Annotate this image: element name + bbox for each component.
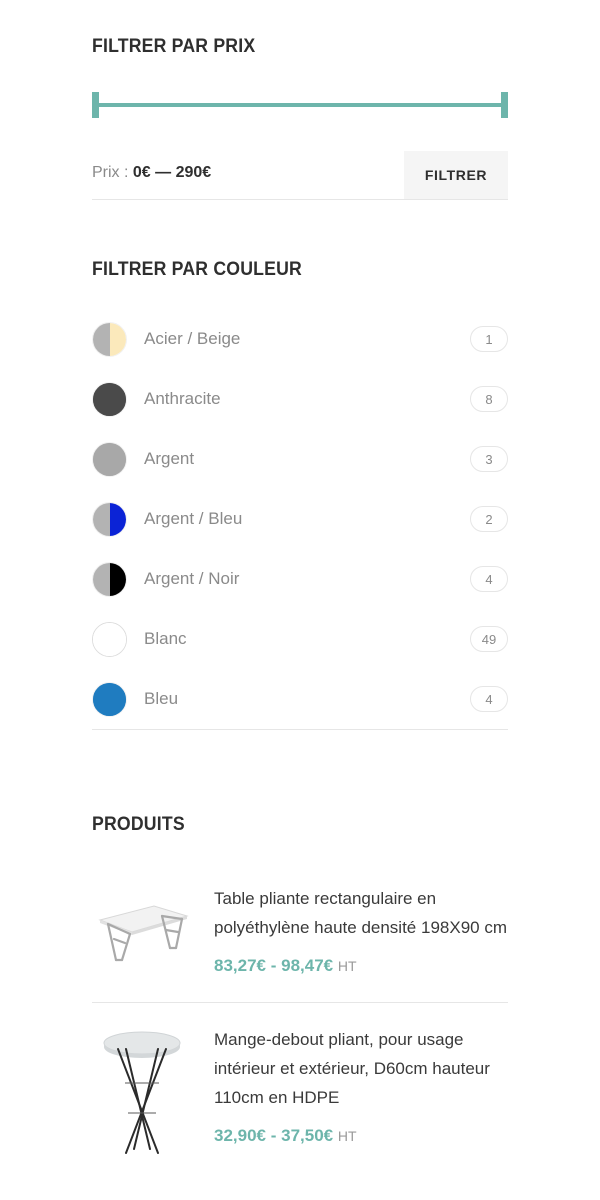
color-filter-row[interactable]: Argent / Noir 4: [92, 549, 508, 609]
color-count-badge: 4: [470, 566, 508, 592]
color-filter-row[interactable]: Blanc 49: [92, 609, 508, 669]
product-tax-note: HT: [337, 958, 357, 974]
slider-handle-max[interactable]: [501, 92, 508, 118]
color-count-badge: 3: [470, 446, 508, 472]
color-label: Acier / Beige: [144, 329, 241, 348]
price-filter-title: FILTRER PAR PRIX: [92, 36, 256, 57]
product-price-separator: -: [266, 1126, 282, 1145]
price-summary-row: Prix : 0€ — 290€ FILTRER: [92, 151, 508, 199]
color-count-badge: 4: [470, 686, 508, 712]
color-label: Argent / Bleu: [144, 509, 243, 528]
price-filter-section: FILTRER PAR PRIX Prix : 0€ — 290€ FILTRE…: [92, 36, 508, 200]
product-price-separator: -: [266, 956, 282, 975]
products-title: PRODUITS: [92, 814, 185, 835]
color-label: Anthracite: [144, 389, 221, 408]
product-price-min: 83,27€: [214, 956, 266, 975]
product-thumbnail[interactable]: [92, 1021, 192, 1161]
swatch-half-left: [93, 562, 110, 596]
color-filter-title: FILTRER PAR COULEUR: [92, 259, 303, 280]
swatch-half-right: [93, 382, 126, 416]
color-swatch-icon: [92, 681, 127, 717]
swatch-half-right: [93, 682, 126, 716]
product-price: 83,27€ - 98,47€ HT: [214, 956, 508, 976]
apply-filter-button[interactable]: FILTRER: [404, 151, 508, 199]
slider-handle-min[interactable]: [92, 92, 99, 118]
product-name-link[interactable]: Table pliante rectangulaire en polyéthyl…: [214, 884, 508, 942]
swatch-half-right: [109, 562, 126, 596]
product-row[interactable]: Mange-debout pliant, pour usage intérieu…: [92, 1002, 508, 1183]
swatch-half-left: [93, 322, 110, 356]
swatch-half-right: [93, 622, 126, 656]
color-label: Argent / Noir: [144, 569, 240, 588]
product-name-link[interactable]: Mange-debout pliant, pour usage intérieu…: [214, 1025, 508, 1112]
product-thumbnail[interactable]: [92, 880, 192, 980]
product-list: Table pliante rectangulaire en polyéthyl…: [92, 862, 508, 1183]
swatch-half-right: [93, 442, 126, 476]
color-swatch-icon: [92, 441, 127, 477]
color-filter-row[interactable]: Anthracite 8: [92, 369, 508, 429]
color-filter-row[interactable]: Acier / Beige 1: [92, 309, 508, 369]
color-filter-row[interactable]: Argent 3: [92, 429, 508, 489]
product-price-max: 98,47€: [281, 956, 334, 975]
color-filter-list: Acier / Beige 1 Anthracite 8 Argent 3 Argent /…: [92, 309, 508, 729]
color-label: Bleu: [144, 689, 179, 708]
color-section-divider: [92, 729, 508, 730]
product-price-max: 37,50€: [281, 1126, 334, 1145]
color-label: Blanc: [144, 629, 187, 648]
products-section: PRODUITS Table pliante rectangulaire en …: [92, 814, 508, 1183]
product-price: 32,90€ - 37,50€ HT: [214, 1126, 508, 1146]
color-filter-row[interactable]: Argent / Bleu 2: [92, 489, 508, 549]
color-swatch-icon: [92, 621, 127, 657]
product-info: Table pliante rectangulaire en polyéthyl…: [214, 880, 508, 976]
color-filter-row[interactable]: Bleu 4: [92, 669, 508, 729]
filter-sidebar-page: FILTRER PAR PRIX Prix : 0€ — 290€ FILTRE…: [0, 0, 600, 1200]
price-range-value: 0€ — 290€: [132, 164, 212, 181]
color-swatch-icon: [92, 321, 127, 357]
color-count-badge: 2: [470, 506, 508, 532]
round-cocktail-table-image: [103, 1031, 181, 1154]
swatch-half-right: [109, 502, 126, 536]
color-count-badge: 8: [470, 386, 508, 412]
color-swatch-icon: [92, 501, 127, 537]
swatch-half-left: [93, 502, 110, 536]
color-count-badge: 49: [470, 626, 508, 652]
price-range-slider[interactable]: [92, 92, 508, 118]
color-swatch-icon: [92, 381, 127, 417]
product-info: Mange-debout pliant, pour usage intérieu…: [214, 1021, 508, 1146]
color-filter-section: FILTRER PAR COULEUR Acier / Beige 1 Anthra…: [92, 259, 508, 730]
product-price-min: 32,90€: [214, 1126, 266, 1145]
swatch-half-right: [109, 322, 126, 356]
color-label: Argent: [144, 449, 195, 468]
rectangular-folding-table-image: [98, 905, 189, 962]
price-label-prefix: Prix :: [92, 164, 129, 181]
color-swatch-icon: [92, 561, 127, 597]
slider-track[interactable]: [92, 103, 508, 107]
price-section-divider: [92, 199, 508, 200]
product-row[interactable]: Table pliante rectangulaire en polyéthyl…: [92, 862, 508, 1002]
color-count-badge: 1: [470, 326, 508, 352]
price-label: Prix : 0€ — 290€: [92, 164, 211, 182]
product-tax-note: HT: [337, 1128, 357, 1144]
